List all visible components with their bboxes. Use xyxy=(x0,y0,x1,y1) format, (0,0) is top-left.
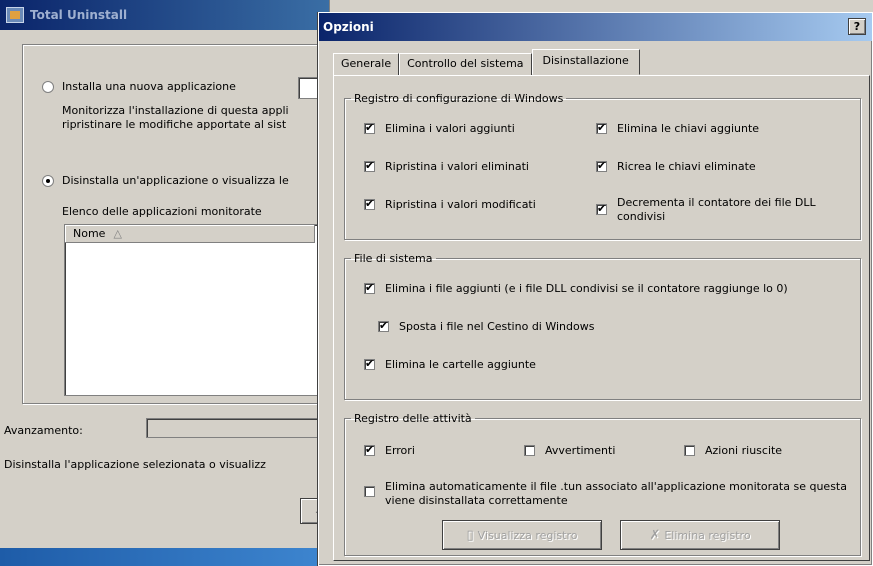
tab-disinstallazione[interactable]: Disinstallazione xyxy=(531,49,640,75)
checkbox[interactable] xyxy=(364,281,375,294)
cb-move-to-recycle-bin[interactable]: Sposta i file nel Cestino di Windows xyxy=(378,319,595,333)
view-log-label: Visualizza registro xyxy=(477,528,578,542)
activity-log-group-legend: Registro delle attività xyxy=(354,412,472,425)
tab-strip: Generale Controllo del sistema Disinstal… xyxy=(333,49,640,75)
delete-log-button[interactable]: ✗ Elimina registro xyxy=(620,520,780,550)
radio-uninstall-button[interactable] xyxy=(42,175,54,187)
progress-label: Avanzamento: xyxy=(4,424,83,437)
checkbox[interactable] xyxy=(684,445,695,456)
list-label: Elenco delle applicazioni monitorate xyxy=(62,205,262,218)
view-log-button[interactable]: ▯ Visualizza registro xyxy=(442,520,602,550)
progress-bar xyxy=(146,418,336,438)
tab-generale[interactable]: Generale xyxy=(333,53,400,75)
tab-panel: Registro di configurazione di Windows El… xyxy=(333,75,870,561)
checkbox[interactable] xyxy=(596,159,607,172)
dialog-title: Opzioni xyxy=(323,20,374,34)
cb-restore-modified-values[interactable]: Ripristina i valori modificati xyxy=(364,197,536,211)
cb-delete-added-files[interactable]: Elimina i file aggiunti (e i file DLL co… xyxy=(364,281,788,295)
cb-log-successful-actions[interactable]: Azioni riuscite xyxy=(684,444,782,457)
checkbox[interactable] xyxy=(364,486,375,497)
checkbox-label: Elimina le cartelle aggiunte xyxy=(385,358,536,371)
checkbox-label: Ripristina i valori eliminati xyxy=(385,160,529,173)
options-dialog: Opzioni ? Generale Controllo del sistema… xyxy=(318,12,873,566)
registry-group-legend: Registro di configurazione di Windows xyxy=(354,92,564,105)
cb-delete-added-folders[interactable]: Elimina le cartelle aggiunte xyxy=(364,357,536,371)
cb-restore-deleted-values[interactable]: Ripristina i valori eliminati xyxy=(364,159,529,173)
background-titlebar: Total Uninstall xyxy=(0,0,329,30)
install-desc-2: ripristinare le modifiche apportate al s… xyxy=(62,118,287,131)
radio-install-label: Installa una nuova applicazione xyxy=(62,80,236,93)
checkbox-label: Avvertimenti xyxy=(545,444,616,457)
radio-uninstall[interactable]: Disinstalla un'applicazione o visualizza… xyxy=(42,174,289,187)
sort-arrow-icon: △ xyxy=(113,227,122,240)
background-window: Total Uninstall Installa una nuova appli… xyxy=(0,0,342,566)
list-column-header[interactable]: Nome △ xyxy=(65,225,315,243)
cb-log-warnings[interactable]: Avvertimenti xyxy=(524,444,615,457)
delete-log-label: Elimina registro xyxy=(664,528,751,542)
checkbox-label: Decrementa il contatore dei file DLL con… xyxy=(617,196,816,223)
cb-delete-added-keys[interactable]: Elimina le chiavi aggiunte xyxy=(596,121,760,135)
checkbox-label: Azioni riuscite xyxy=(705,444,783,457)
checkbox[interactable] xyxy=(596,121,607,134)
monitored-apps-list[interactable]: Nome △ xyxy=(64,224,334,396)
checkbox[interactable] xyxy=(364,197,375,210)
tab-controllo-sistema[interactable]: Controllo del sistema xyxy=(399,53,532,75)
checkbox-label: Sposta i file nel Cestino di Windows xyxy=(399,320,595,333)
checkbox-label: Ripristina i valori modificati xyxy=(385,198,536,211)
status-text: Disinstalla l'applicazione selezionata o… xyxy=(4,458,266,471)
checkbox-label: Errori xyxy=(385,444,415,457)
taskbar-strip xyxy=(0,548,330,566)
cb-decrement-dll-counter[interactable]: Decrementa il contatore dei file DLL con… xyxy=(596,196,856,224)
background-window-title: Total Uninstall xyxy=(30,8,128,22)
cb-log-errors[interactable]: Errori xyxy=(364,443,415,457)
view-log-icon: ▯ xyxy=(466,527,474,543)
cb-auto-delete-tun-file[interactable]: Elimina automaticamente il file .tun ass… xyxy=(364,480,856,508)
cb-recreate-deleted-keys[interactable]: Ricrea le chiavi eliminate xyxy=(596,159,756,173)
checkbox[interactable] xyxy=(364,121,375,134)
column-name-label: Nome xyxy=(73,227,106,240)
checkbox[interactable] xyxy=(378,319,389,332)
radio-install[interactable]: Installa una nuova applicazione xyxy=(42,80,236,93)
checkbox-label: Elimina i file aggiunti (e i file DLL co… xyxy=(385,282,788,295)
system-files-group-legend: File di sistema xyxy=(354,252,433,265)
checkbox-label: Elimina automaticamente il file .tun ass… xyxy=(385,480,847,507)
cb-delete-added-values[interactable]: Elimina i valori aggiunti xyxy=(364,121,515,135)
radio-uninstall-label: Disinstalla un'applicazione o visualizza… xyxy=(62,174,289,187)
checkbox[interactable] xyxy=(364,357,375,370)
install-desc-1: Monitorizza l'installazione di questa ap… xyxy=(62,104,289,117)
checkbox-label: Ricrea le chiavi eliminate xyxy=(617,160,756,173)
delete-log-icon: ✗ xyxy=(649,527,661,543)
checkbox[interactable] xyxy=(364,443,375,456)
checkbox-label: Elimina le chiavi aggiunte xyxy=(617,122,760,135)
dialog-titlebar: Opzioni ? xyxy=(319,13,872,41)
app-icon xyxy=(6,7,24,23)
checkbox[interactable] xyxy=(596,202,607,215)
checkbox[interactable] xyxy=(524,445,535,456)
radio-install-button[interactable] xyxy=(42,81,54,93)
checkbox-label: Elimina i valori aggiunti xyxy=(385,122,515,135)
checkbox[interactable] xyxy=(364,159,375,172)
help-button[interactable]: ? xyxy=(848,18,866,35)
